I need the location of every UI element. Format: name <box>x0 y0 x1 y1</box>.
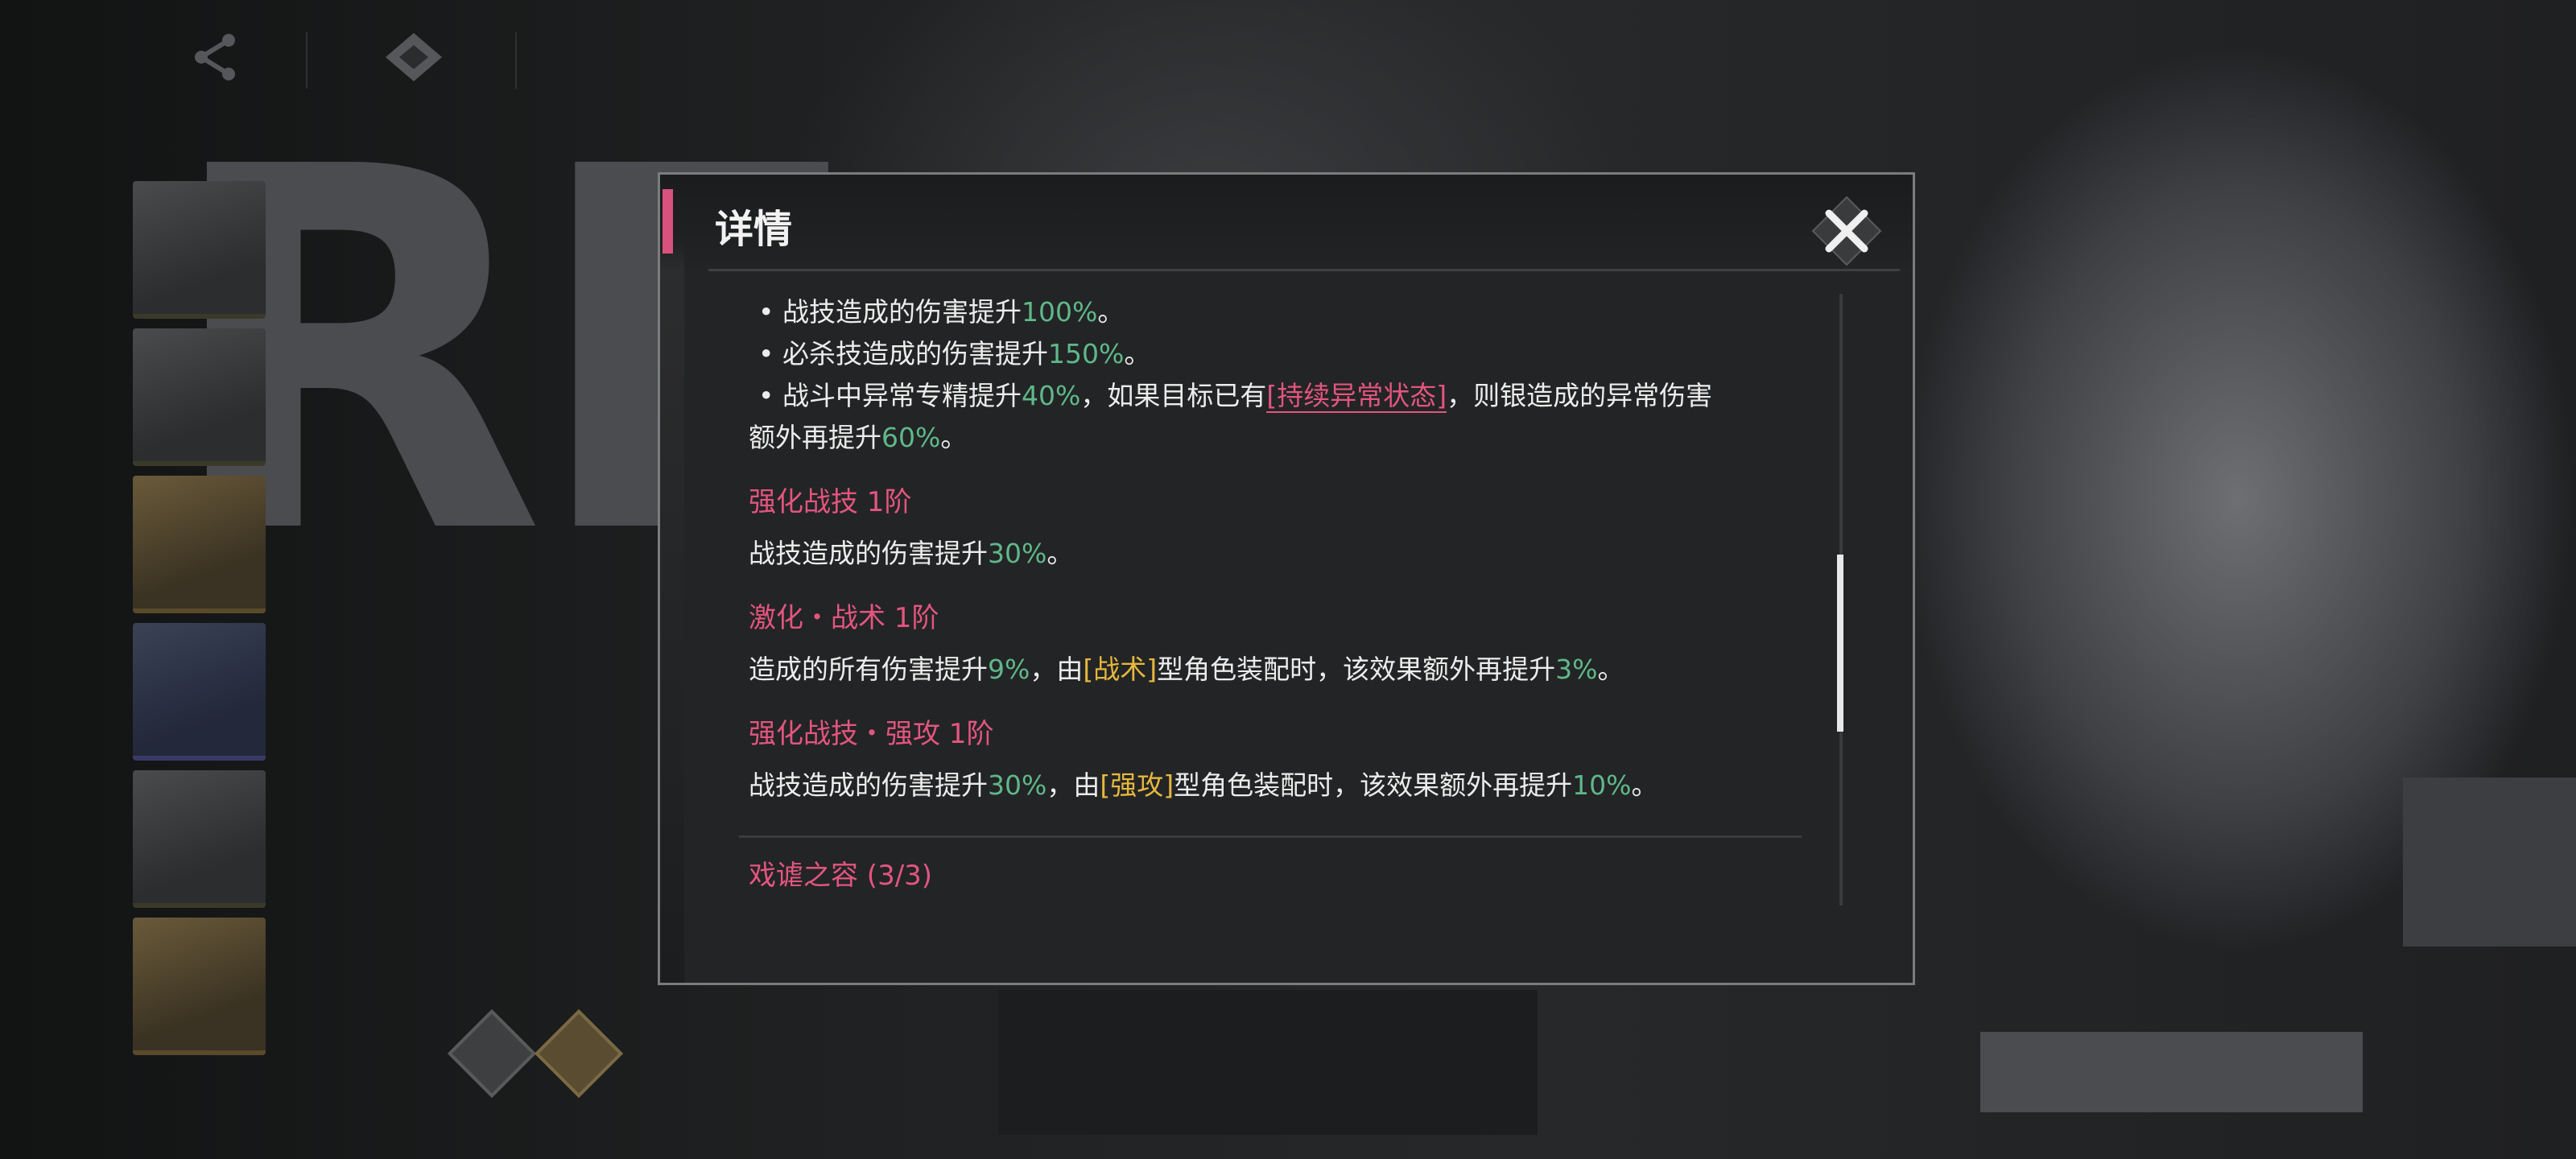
role-tag: [战术] <box>1083 654 1158 685</box>
character-portrait <box>133 328 266 466</box>
background-bottom-info <box>998 990 1538 1135</box>
details-scroll-content[interactable]: • 战技造成的伤害提升100%。 • 必杀技造成的伤害提升150%。 • 战斗中… <box>739 291 1802 967</box>
background-right-menu <box>2423 145 2528 834</box>
diamond-nav-icon <box>382 29 446 98</box>
section-description: 战技造成的伤害提升30%。 <box>749 538 1074 569</box>
character-portrait-list <box>133 181 270 1065</box>
character-portrait <box>133 918 266 1055</box>
title-accent-bar <box>663 189 673 254</box>
section-description: 造成的所有伤害提升9%，由[战术]型角色装配时，该效果额外再提升3%。 <box>749 654 1624 685</box>
background-right-tab <box>2403 777 2576 947</box>
bonus-line-continuation: 额外再提升60%。 <box>749 422 968 453</box>
bonus-line: • 战技造成的伤害提升100%。 <box>758 296 1125 328</box>
section-divider <box>739 835 1802 838</box>
keyword-link-persistent-anomaly[interactable]: [持续异常状态] <box>1266 380 1447 413</box>
section-description: 战技造成的伤害提升30%，由[强攻]型角色装配时，该效果额外再提升10%。 <box>749 769 1658 801</box>
set-bonus-title: 戏谑之容 (3/3) <box>749 860 933 892</box>
section-title: 激化・战术 1阶 <box>749 602 939 634</box>
background-top-bar <box>0 0 2576 113</box>
character-portrait <box>133 476 266 613</box>
dialog-header <box>660 175 1913 271</box>
section-title: 强化战技 1阶 <box>749 486 912 518</box>
close-x-icon <box>1811 196 1882 266</box>
header-divider <box>708 269 1900 271</box>
scrollbar-thumb[interactable] <box>1837 555 1843 732</box>
role-tag: [强攻] <box>1100 769 1174 801</box>
character-portrait <box>133 623 266 761</box>
share-icon <box>187 29 243 98</box>
background-bottom-button <box>1980 1032 2363 1112</box>
dialog-title: 详情 <box>715 207 793 252</box>
bonus-line: • 必杀技造成的伤害提升150%。 <box>758 338 1151 369</box>
character-portrait <box>133 181 266 319</box>
details-dialog: 详情 • 战技造成的伤害提升100%。 • 必杀技造成的伤害提升150%。 • … <box>658 172 1915 985</box>
character-portrait <box>133 770 266 908</box>
section-title: 强化战技・强攻 1阶 <box>749 718 994 750</box>
bonus-line: • 战斗中异常专精提升40%，如果目标已有[持续异常状态]，则银造成的异常伤害 <box>758 380 1713 413</box>
close-button[interactable] <box>1806 191 1887 271</box>
